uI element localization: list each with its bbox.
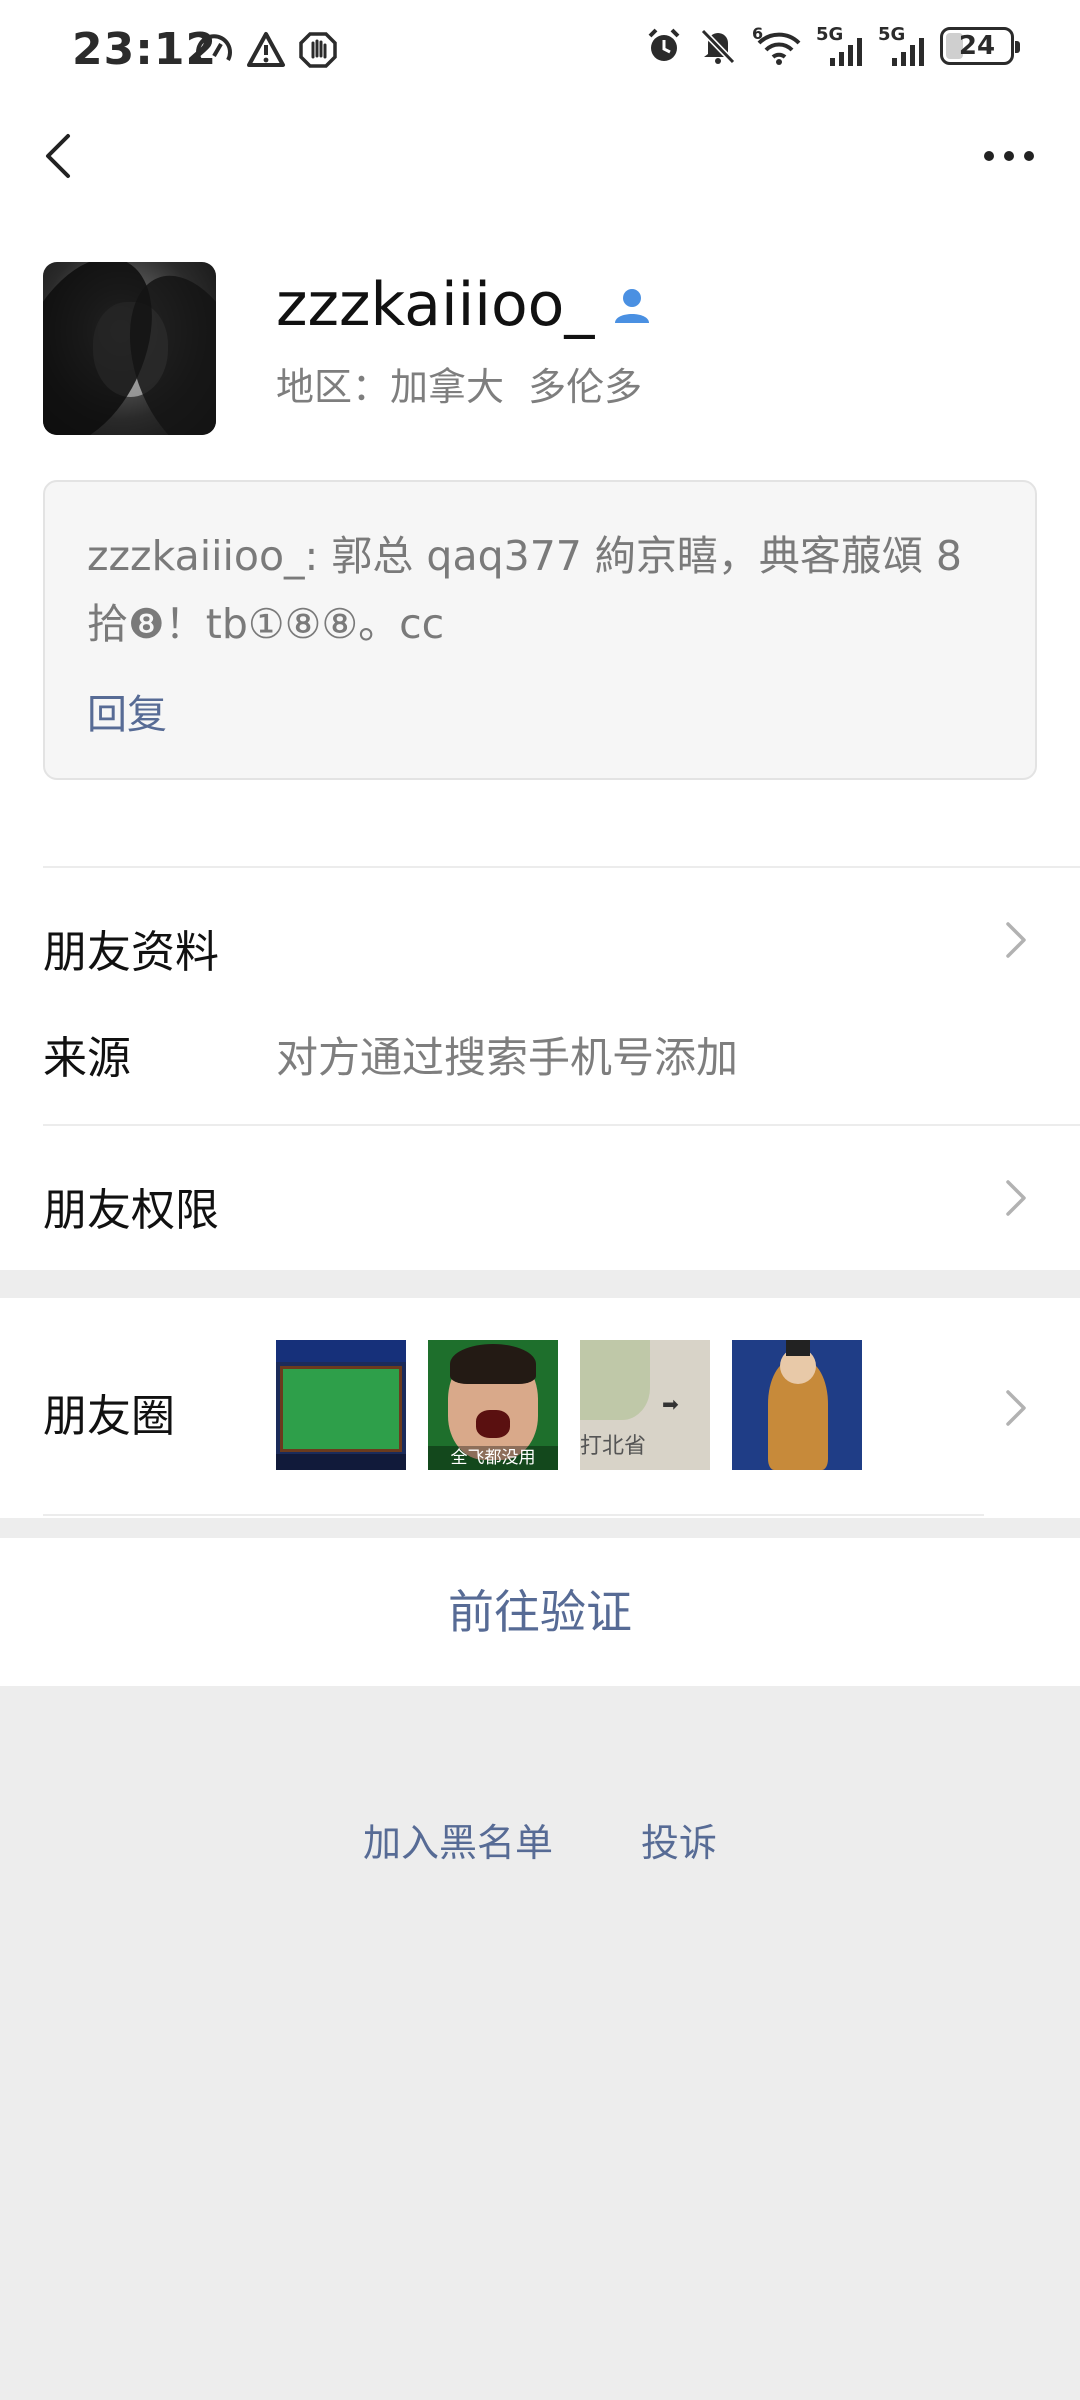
verification-message-box: zzzkaiiioo_: 郭总 qaq377 絇京瞦，典客菔頌 8 拾❽！tb①… <box>43 480 1037 780</box>
warning-icon <box>247 32 285 67</box>
moments-row[interactable]: 朋友圈 全飞都没用 ➡ 打北省 <box>0 1298 1080 1518</box>
bottom-actions: 加入黑名单 投诉 <box>0 1812 1080 1867</box>
chevron-right-icon[interactable] <box>1002 1176 1030 1220</box>
verify-button[interactable]: 前往验证 <box>0 1538 1080 1686</box>
moments-thumbnail[interactable]: 全飞都没用 <box>428 1340 558 1470</box>
thumbnail-caption: 全飞都没用 <box>428 1446 558 1470</box>
moments-thumbnail[interactable] <box>732 1340 862 1470</box>
profile-section: zzzkaiiioo_ 地区：加拿大 多伦多 zzzkaiiioo_: 郭总 q… <box>0 210 1080 1270</box>
wifi-icon: 6 <box>752 26 802 66</box>
speedometer-icon <box>196 34 232 61</box>
verification-message-text: zzzkaiiioo_: 郭总 qaq377 絇京瞦，典客菔頌 8 拾❽！tb①… <box>87 532 963 648</box>
status-left-icons <box>194 30 338 70</box>
nav-bar <box>0 100 1080 210</box>
report-button[interactable]: 投诉 <box>641 1812 717 1867</box>
moments-label: 朋友圈 <box>43 1391 175 1442</box>
source-label: 来源 <box>43 1033 131 1084</box>
status-right-icons: 6 5G 5G 24 <box>644 26 1020 66</box>
friend-profile-label[interactable]: 朋友资料 <box>43 916 219 980</box>
moments-thumbnails: 全飞都没用 ➡ 打北省 <box>276 1340 862 1470</box>
friend-permissions-label[interactable]: 朋友权限 <box>43 1174 219 1238</box>
avatar[interactable] <box>43 262 216 435</box>
signal-5g-icon: 5G <box>878 26 926 66</box>
status-bar: 23:12 6 5G 5G 24 <box>0 0 1080 100</box>
chevron-right-icon[interactable] <box>1002 1386 1030 1430</box>
blacklist-button[interactable]: 加入黑名单 <box>363 1812 553 1867</box>
chevron-right-icon[interactable] <box>1002 918 1030 962</box>
moments-thumbnail[interactable]: ➡ 打北省 <box>580 1340 710 1470</box>
signal-5g-icon: 5G <box>816 26 864 66</box>
source-value: 对方通过搜索手机号添加 <box>276 1033 739 1082</box>
verify-section: 前往验证 <box>0 1538 1080 1686</box>
mute-icon <box>700 28 736 65</box>
battery-indicator: 24 <box>940 27 1020 65</box>
alarm-icon <box>648 28 680 61</box>
person-icon <box>615 289 650 323</box>
divider <box>43 1124 1080 1126</box>
divider <box>43 1514 984 1516</box>
more-dots-icon[interactable] <box>974 126 1044 186</box>
reply-link[interactable]: 回复 <box>87 682 167 740</box>
battery-level: 24 <box>958 31 996 61</box>
moments-thumbnail[interactable] <box>276 1340 406 1470</box>
region: 地区：加拿大 多伦多 <box>276 365 643 409</box>
hand-icon <box>299 32 337 68</box>
nickname-text: zzzkaiiioo_ <box>276 270 595 340</box>
divider <box>43 866 1080 868</box>
thumbnail-caption: 打北省 <box>580 1434 647 1459</box>
chevron-left-icon[interactable] <box>34 126 94 186</box>
nickname: zzzkaiiioo_ <box>276 270 652 340</box>
